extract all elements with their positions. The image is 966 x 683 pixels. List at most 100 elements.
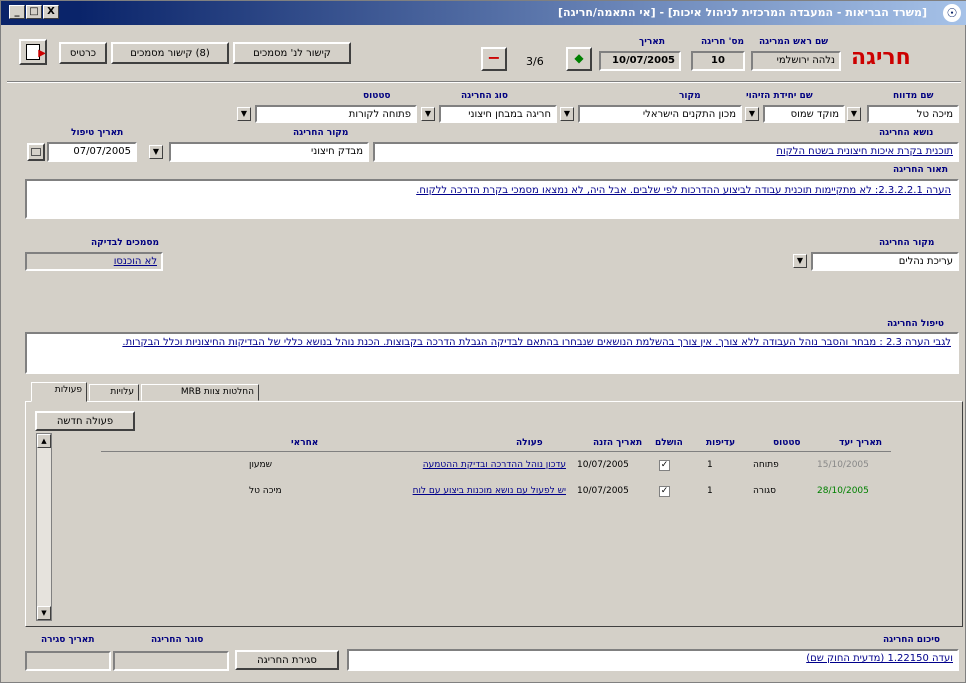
manager-field[interactable]: נלהה ירושלמי bbox=[751, 51, 841, 71]
origin-field[interactable]: מבדק חיצוני bbox=[169, 142, 369, 162]
list-scrollbar[interactable]: ▲ ▼ bbox=[36, 433, 52, 621]
owner-cell: מיכה טל bbox=[249, 486, 282, 496]
window-title: [משרד הבריאות - המעבדה המרכזית לניהול אי… bbox=[557, 6, 927, 19]
due-date-cell: 28/10/2005 bbox=[817, 486, 869, 496]
calendar-button[interactable] bbox=[27, 143, 45, 161]
status-field[interactable]: פתוחה לקורות bbox=[255, 105, 417, 123]
number-label: מס' חריגה bbox=[701, 37, 744, 47]
actions-panel bbox=[25, 401, 963, 627]
col-owner: אחראי bbox=[291, 438, 319, 448]
col-done: הושלם bbox=[655, 438, 683, 448]
close-date-label: תאריך סגירה bbox=[41, 635, 95, 645]
action-cell[interactable]: עדכון נוהל ההדרכה ובדיקת ההטמעה bbox=[351, 460, 566, 470]
treatment-field[interactable]: לגבי הערה 2.3 : מבחר והסבר נוהל העבודה ל… bbox=[25, 332, 959, 374]
close-deviation-button[interactable]: סגירת החריגה bbox=[235, 650, 339, 670]
origin2-dropdown-icon[interactable]: ▼ bbox=[793, 254, 807, 268]
reporter-label: שם מדווח bbox=[893, 91, 934, 101]
handle-date-field[interactable]: 07/07/2005 bbox=[47, 142, 137, 162]
app-icon: ☉ bbox=[943, 4, 961, 22]
priority-cell: 1 bbox=[707, 460, 713, 470]
minimize-button[interactable]: _ bbox=[9, 5, 25, 19]
col-action: פעולה bbox=[516, 438, 543, 448]
new-action-button[interactable]: פעולה חדשה bbox=[35, 411, 135, 431]
summary-value: ועדה 1.22150 (מדעית החוק שם) bbox=[806, 653, 953, 664]
docs-label: מסמכים לבדיקה bbox=[91, 238, 159, 248]
type-field[interactable]: חריגה במבחן חיצוני bbox=[439, 105, 557, 123]
tab-actions[interactable]: פעולות bbox=[31, 382, 87, 402]
description-label: תאור החריגה bbox=[893, 165, 948, 175]
action-cell[interactable]: יש לפעול עם נושא מוכנות ביצוע עם לוח bbox=[351, 486, 566, 496]
status-label: סטטוס bbox=[363, 91, 391, 101]
subject-value: תוכנית בקרת איכות חיצונית בשטח הלקוח bbox=[776, 146, 953, 157]
summary-field[interactable]: ועדה 1.22150 (מדעית החוק שם) bbox=[347, 649, 959, 671]
close-button[interactable]: X bbox=[43, 5, 59, 19]
origin-label: מקור החריגה bbox=[293, 128, 349, 138]
done-checkbox[interactable]: ✓ bbox=[659, 486, 670, 497]
description-field[interactable]: הערה 2.3.2.2.1: לא מתקיימות תוכנית עבודה… bbox=[25, 179, 959, 219]
origin2-label: מקור החריגה bbox=[879, 238, 935, 248]
treatment-text: לגבי הערה 2.3 : מבחר והסבר נוהל העבודה ל… bbox=[122, 337, 951, 348]
reporter-field[interactable]: מיכה טל bbox=[867, 105, 959, 123]
tab-mrb[interactable]: החלטות צוות MRB bbox=[141, 384, 259, 401]
origin-dropdown-icon[interactable]: ▼ bbox=[149, 145, 163, 159]
subject-label: נושא החריגה bbox=[879, 128, 934, 138]
scroll-up-icon[interactable]: ▲ bbox=[37, 434, 51, 448]
manager-label: שם ראש המריגה bbox=[759, 37, 829, 47]
calendar-icon bbox=[31, 148, 41, 156]
scroll-down-icon[interactable]: ▼ bbox=[37, 606, 51, 620]
table-row[interactable]: 28/10/2005 סגורה 1 ✓ 10/07/2005 יש לפעול… bbox=[101, 481, 891, 501]
date-label: תאריך bbox=[639, 37, 665, 47]
date-entered-cell: 10/07/2005 bbox=[577, 460, 629, 470]
subject-field[interactable]: תוכנית בקרת איכות חיצונית בשטח הלקוח bbox=[373, 142, 959, 162]
number-field[interactable]: 10 bbox=[691, 51, 745, 71]
link-other-docs-button[interactable]: קישור לנ' מסמכים bbox=[233, 42, 351, 64]
source-dropdown-icon[interactable]: ▼ bbox=[560, 107, 574, 121]
status-cell: פתוחה bbox=[753, 460, 779, 470]
date-entered-cell: 10/07/2005 bbox=[577, 486, 629, 496]
col-priority: עדיפות bbox=[706, 438, 736, 448]
owner-cell: שמעון bbox=[249, 460, 273, 470]
type-dropdown-icon[interactable]: ▼ bbox=[421, 107, 435, 121]
type-label: סוג החריגה bbox=[461, 91, 508, 101]
unit-label: שם יחידת הזיהוי bbox=[746, 91, 813, 101]
next-record-button[interactable]: ◆ bbox=[566, 47, 592, 71]
description-text: הערה 2.3.2.2.1: לא מתקיימות תוכנית עבודה… bbox=[416, 185, 951, 196]
title-bar: [משרד הבריאות - המעבדה המרכזית לניהול אי… bbox=[1, 1, 966, 25]
closer-field[interactable] bbox=[113, 651, 229, 671]
date-field[interactable]: 10/07/2005 bbox=[599, 51, 681, 71]
treatment-label: טיפול החריגה bbox=[887, 319, 944, 329]
handle-date-label: תאריך טיפול bbox=[71, 128, 124, 138]
prev-record-button[interactable]: − bbox=[481, 47, 507, 71]
origin2-field[interactable]: עריכת נהלים bbox=[811, 252, 959, 271]
close-date-field[interactable] bbox=[25, 651, 111, 671]
docs-value: לא הוכנסו bbox=[113, 256, 157, 267]
list-header-divider bbox=[101, 451, 891, 452]
status-dropdown-icon[interactable]: ▼ bbox=[237, 107, 251, 121]
priority-cell: 1 bbox=[707, 486, 713, 496]
col-status: סטטוס bbox=[773, 438, 801, 448]
due-date-cell: 15/10/2005 bbox=[817, 460, 869, 470]
tab-costs[interactable]: עלויות bbox=[89, 384, 139, 401]
source-label: מקור bbox=[679, 91, 701, 101]
closer-label: סוגר החריגה bbox=[151, 635, 204, 645]
record-position: 3/6 bbox=[526, 55, 544, 68]
unit-field[interactable]: מוקד שמוס bbox=[763, 105, 845, 123]
col-date-entered: תאריך הזנה bbox=[593, 438, 643, 448]
link-docs-button[interactable]: (8) קישור מסמכים bbox=[111, 42, 229, 64]
table-row[interactable]: 15/10/2005 פתוחה 1 ✓ 10/07/2005 עדכון נו… bbox=[101, 455, 891, 475]
unit-dropdown-icon[interactable]: ▼ bbox=[745, 107, 759, 121]
done-checkbox[interactable]: ✓ bbox=[659, 460, 670, 471]
main-window: [משרד הבריאות - המעבדה המרכזית לניהול אי… bbox=[0, 0, 966, 683]
maximize-button[interactable]: □ bbox=[26, 5, 42, 19]
status-cell: סגורה bbox=[753, 486, 776, 496]
docs-field[interactable]: לא הוכנסו bbox=[25, 252, 163, 271]
source-field[interactable]: מכון התקנים הישראלי bbox=[578, 105, 742, 123]
exit-button[interactable]: ▶ bbox=[19, 39, 47, 65]
reporter-dropdown-icon[interactable]: ▼ bbox=[847, 107, 861, 121]
summary-label: סיכום החריגה bbox=[883, 635, 940, 645]
divider bbox=[7, 81, 961, 83]
card-button[interactable]: כרטיס bbox=[59, 42, 107, 64]
exit-door-icon: ▶ bbox=[26, 44, 45, 60]
page-title: חריגה bbox=[851, 45, 911, 70]
col-due-date: תאריך יעד bbox=[839, 438, 883, 448]
